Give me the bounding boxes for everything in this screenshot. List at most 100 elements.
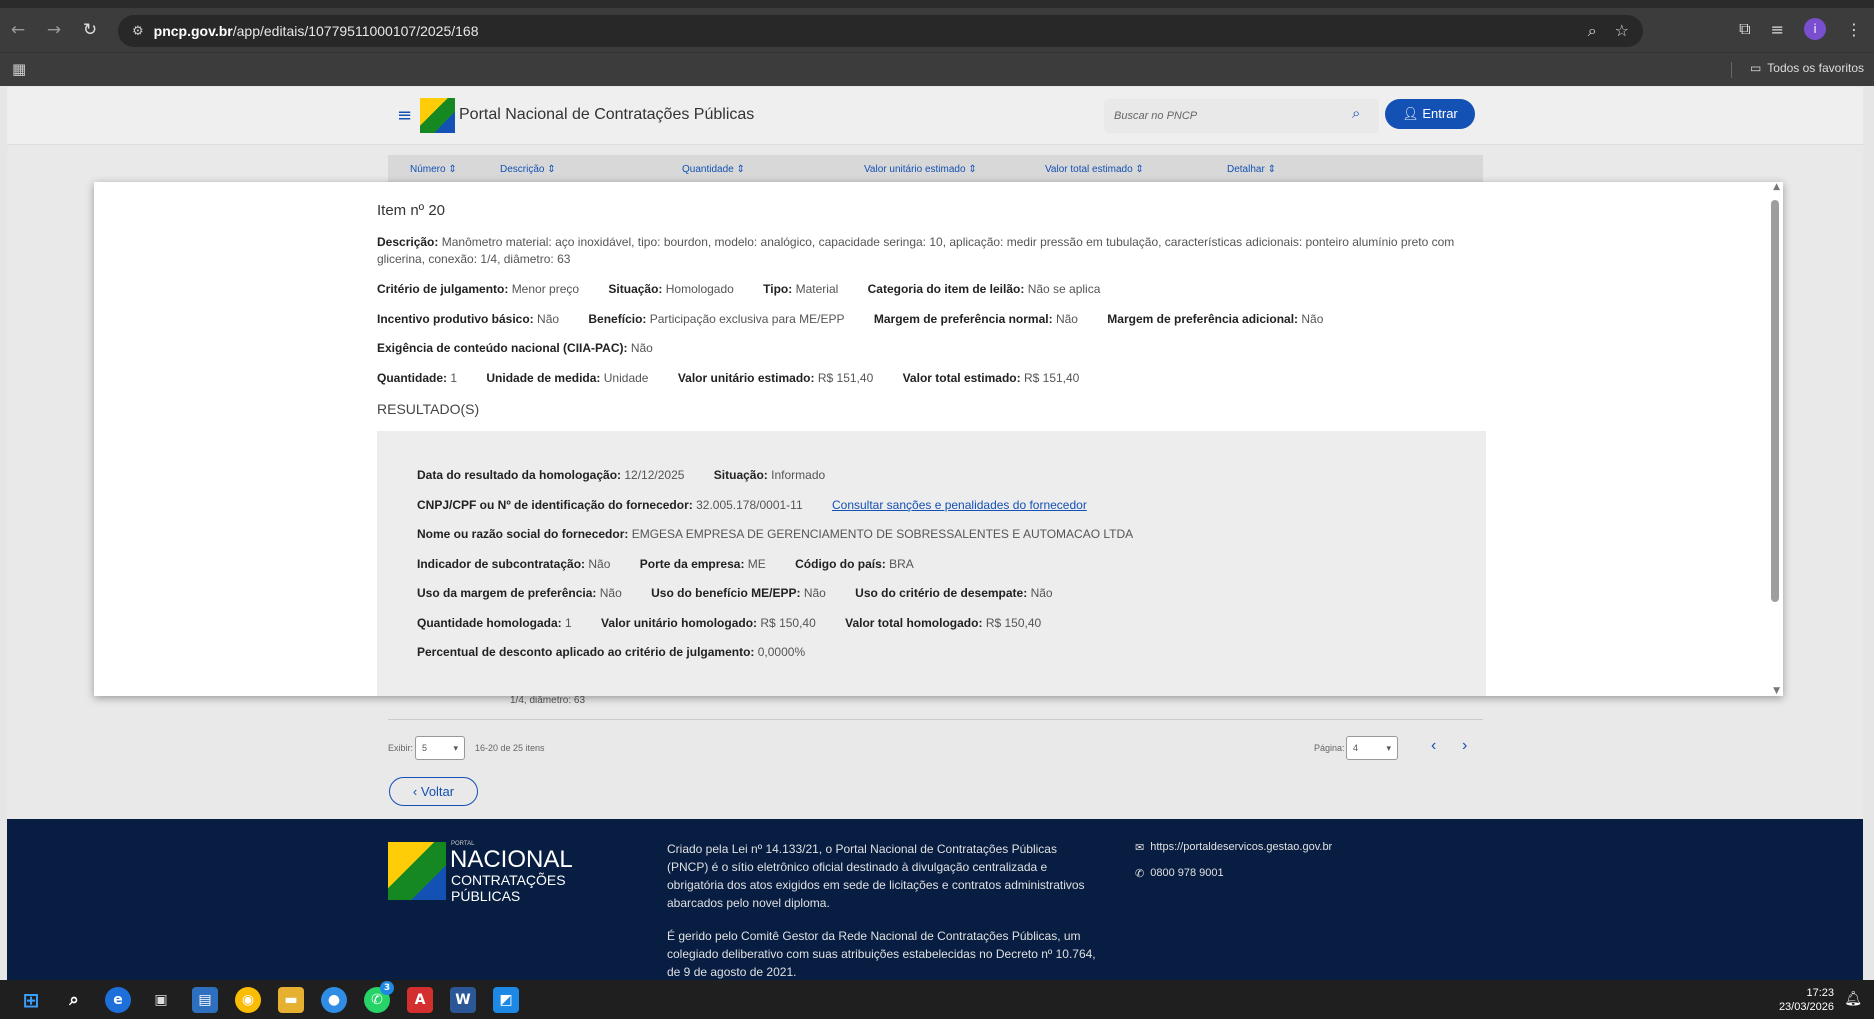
- th-valor-unitario[interactable]: Valor unitário estimado ⇕: [864, 164, 977, 175]
- folder-icon: ▭: [1749, 61, 1762, 75]
- footer-about-text: Criado pela Lei nº 14.133/21, o Portal N…: [667, 842, 1085, 910]
- result-card: Data do resultado da homologação: 12/12/…: [377, 431, 1486, 696]
- phone-icon: ✆: [1135, 868, 1145, 880]
- store-icon[interactable]: ▣: [148, 987, 174, 1013]
- result-row-desconto: Percentual de desconto aplicado ao crité…: [417, 645, 806, 659]
- footer-logo-nacional: NACIONAL: [450, 846, 573, 873]
- notification-bell-icon[interactable]: 🔔︎: [1844, 991, 1862, 1007]
- search-icon[interactable]: ⌕: [1352, 104, 1360, 122]
- zoom-icon[interactable]: ⌕: [1588, 21, 1597, 41]
- photos-icon[interactable]: ◩: [493, 987, 519, 1013]
- table-divider: [388, 719, 1483, 720]
- all-bookmarks-label: Todos os favoritos: [1767, 61, 1864, 75]
- login-button[interactable]: 👤︎ Entrar: [1385, 99, 1475, 129]
- site-header: ≡ Portal Nacional de Contratações Públic…: [7, 87, 1863, 145]
- next-page-icon[interactable]: ›: [1462, 737, 1467, 755]
- file-explorer-icon[interactable]: ▬: [278, 987, 304, 1013]
- pncp-logo[interactable]: [420, 98, 455, 133]
- back-arrow-icon[interactable]: ←: [0, 20, 36, 40]
- th-numero[interactable]: Número ⇕: [410, 164, 457, 175]
- windows-taskbar: ⊞ ⌕ e ▣ ▤ ◉ ▬ ● ✆ 3 A W ◩ 17:23 23/03/202…: [0, 980, 1874, 1019]
- site-settings-icon[interactable]: ⚙: [132, 24, 144, 39]
- clock-time: 17:23: [1806, 987, 1834, 999]
- footer-link[interactable]: ✉ https://portaldeservicos.gestao.gov.br: [1135, 841, 1332, 854]
- th-descricao[interactable]: Descrição ⇕: [500, 164, 556, 175]
- items-table-header: Número ⇕ Descrição ⇕ Quantidade ⇕ Valor …: [388, 155, 1483, 183]
- chrome-icon[interactable]: ◉: [235, 987, 261, 1013]
- extensions-icon[interactable]: ⧉: [1739, 19, 1750, 39]
- th-detalhar[interactable]: Detalhar ⇕: [1227, 164, 1276, 175]
- scrollbar-thumb[interactable]: [1771, 200, 1779, 602]
- result-row-uso: Uso da margem de preferência: Não Uso do…: [417, 586, 1053, 600]
- profile-avatar[interactable]: i: [1804, 18, 1826, 40]
- item-row-exigencia: Exigência de conteúdo nacional (CIIA-PAC…: [377, 341, 653, 355]
- search-icon[interactable]: ⌕: [61, 987, 87, 1013]
- envelope-icon: ✉: [1135, 842, 1145, 854]
- item-title: Item nº 20: [377, 202, 446, 219]
- item-row-incentivo: Incentivo produtivo básico: Não Benefíci…: [377, 312, 1324, 326]
- apps-grid-icon[interactable]: ▦: [12, 60, 26, 78]
- chevron-down-icon: ▾: [1386, 743, 1391, 753]
- bookmark-star-icon[interactable]: ☆: [1615, 21, 1629, 41]
- prev-page-icon[interactable]: ‹: [1431, 737, 1436, 755]
- search-input[interactable]: Buscar no PNCP: [1104, 99, 1379, 133]
- scroll-up-icon[interactable]: ▲: [1773, 182, 1780, 192]
- sanctions-link[interactable]: Consultar sanções e penalidades do forne…: [832, 498, 1087, 512]
- windows-start-icon[interactable]: ⊞: [18, 987, 44, 1013]
- login-label: Entrar: [1422, 106, 1458, 121]
- footer-logo-icon: [388, 842, 446, 900]
- back-button[interactable]: ‹ Voltar: [389, 777, 478, 806]
- remote-desktop-icon[interactable]: ▤: [192, 987, 218, 1013]
- bookmarks-bar: ▦ ▭ Todos os favoritos: [0, 52, 1874, 86]
- page-number-select[interactable]: 4 ▾: [1346, 736, 1398, 760]
- pagina-label: Página:: [1314, 743, 1345, 753]
- menu-kebab-icon[interactable]: ⋮: [1846, 20, 1862, 39]
- clock-date: 23/03/2026: [1778, 1001, 1834, 1013]
- taskbar-clock[interactable]: 17:23 23/03/2026: [1779, 986, 1834, 1014]
- result-row-nome: Nome ou razão social do fornecedor: EMGE…: [417, 527, 1134, 541]
- forward-arrow-icon[interactable]: →: [36, 20, 72, 40]
- address-bar[interactable]: ⚙ pncp.gov.br/app/editais/10779511000107…: [118, 15, 1643, 47]
- user-icon: 👤︎: [1402, 106, 1419, 121]
- browser-toolbar: ← → ↻ ⚙ pncp.gov.br/app/editais/10779511…: [0, 8, 1874, 52]
- result-row-subcontratacao: Indicador de subcontratação: Não Porte d…: [417, 557, 914, 571]
- result-row-cnpj: CNPJ/CPF ou Nº de identificação do forne…: [417, 498, 1087, 512]
- all-bookmarks-button[interactable]: ▭ Todos os favoritos: [1750, 61, 1864, 75]
- modal-scrollbar[interactable]: ▲ ▼: [1767, 182, 1783, 696]
- back-label: Voltar: [420, 784, 455, 799]
- item-row-quantidade: Quantidade: 1 Unidade de medida: Unidade…: [377, 371, 1080, 385]
- results-heading: RESULTADO(S): [377, 401, 480, 417]
- th-valor-total[interactable]: Valor total estimado ⇕: [1045, 164, 1144, 175]
- result-row-homologado: Quantidade homologada: 1 Valor unitário …: [417, 616, 1042, 630]
- item-row-criterio: Critério de julgamento: Menor preço Situ…: [377, 282, 1101, 296]
- exibir-label: Exibir:: [388, 743, 414, 753]
- word-icon[interactable]: W: [450, 987, 476, 1013]
- reading-list-icon[interactable]: ≡: [1771, 20, 1784, 39]
- reload-icon[interactable]: ↻: [72, 20, 108, 40]
- window-top-strip: [0, 0, 1874, 8]
- chevron-left-icon: ‹: [412, 784, 418, 799]
- bookmarks-separator: [1731, 62, 1732, 78]
- scroll-down-icon[interactable]: ▼: [1773, 686, 1780, 696]
- result-row-data: Data do resultado da homologação: 12/12/…: [417, 468, 826, 482]
- url-text[interactable]: pncp.gov.br/app/editais/10779511000107/2…: [154, 23, 479, 39]
- page-size-select[interactable]: 5 ▾: [415, 736, 465, 760]
- site-footer: PORTAL NACIONAL CONTRATAÇÕES PÚBLICAS Cr…: [7, 819, 1863, 980]
- footer-phone[interactable]: ✆ 0800 978 9001: [1135, 867, 1224, 880]
- footer-logo-contratacoes: CONTRATAÇÕES: [451, 872, 566, 888]
- items-range: 16-20 de 25 itens: [475, 743, 545, 753]
- url-path: /app/editais/10779511000107/2025/168: [232, 23, 479, 39]
- url-host: pncp.gov.br: [153, 23, 233, 39]
- hamburger-menu-icon[interactable]: ≡: [397, 105, 412, 126]
- item-description: Descrição: Manômetro material: aço inoxi…: [377, 235, 1455, 266]
- app-icon[interactable]: ●: [321, 987, 347, 1013]
- whatsapp-icon[interactable]: ✆ 3: [364, 981, 394, 1013]
- item-detail-modal: Item nº 20 Descrição: Manômetro material…: [94, 182, 1783, 696]
- chevron-down-icon: ▾: [453, 743, 458, 753]
- th-quantidade[interactable]: Quantidade ⇕: [682, 164, 745, 175]
- site-title[interactable]: Portal Nacional de Contratações Públicas: [459, 106, 754, 124]
- pagination-bar: Exibir: 5 ▾ 16-20 de 25 itens Página: 4 ▾ …: [388, 727, 1483, 761]
- edge-browser-icon[interactable]: e: [105, 987, 131, 1013]
- footer-logo-publicas: PÚBLICAS: [451, 888, 521, 904]
- acrobat-icon[interactable]: A: [407, 987, 433, 1013]
